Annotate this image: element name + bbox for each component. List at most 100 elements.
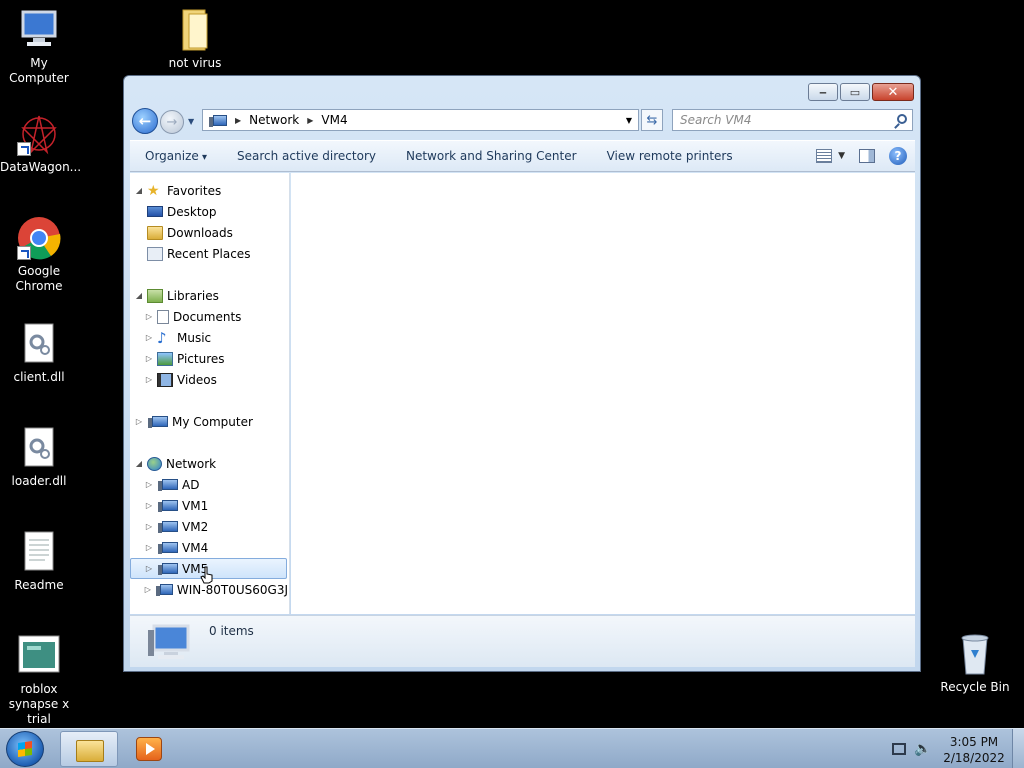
taskbar-explorer-button[interactable] bbox=[60, 731, 118, 767]
hand-cursor-icon bbox=[200, 566, 214, 584]
star-icon: ★ bbox=[147, 182, 160, 199]
desktop-icon-label: client.dll bbox=[13, 370, 65, 384]
view-remote-printers-button[interactable]: View remote printers bbox=[592, 149, 748, 163]
desktop-icon-datawagon[interactable]: DataWagon... bbox=[0, 112, 82, 175]
collapse-arrow-icon[interactable]: ◢ bbox=[133, 291, 145, 300]
expand-arrow-icon[interactable]: ▷ bbox=[133, 417, 145, 426]
dll-file-icon bbox=[17, 426, 61, 470]
expand-arrow-icon[interactable]: ▷ bbox=[143, 522, 155, 531]
search-active-directory-button[interactable]: Search active directory bbox=[222, 149, 391, 163]
network-location-icon bbox=[209, 114, 227, 127]
address-dropdown-icon[interactable]: ▼ bbox=[626, 116, 632, 125]
desktop-icon-loader-dll[interactable]: loader.dll bbox=[0, 426, 78, 489]
recycle-bin-icon bbox=[953, 632, 997, 676]
network-globe-icon bbox=[147, 456, 162, 471]
volume-icon[interactable]: 🔈 bbox=[914, 741, 931, 757]
view-options-dropdown-icon[interactable]: ▼ bbox=[838, 151, 845, 161]
desktop-icon-readme[interactable]: Readme bbox=[0, 530, 78, 593]
desktop-icon-not-virus[interactable]: not virus bbox=[156, 8, 234, 71]
minimize-button[interactable]: ‒ bbox=[808, 83, 838, 101]
tree-item-ad[interactable]: ▷ AD bbox=[133, 474, 288, 495]
datawagon-shortcut-icon bbox=[17, 112, 61, 156]
arrow-right-icon: → bbox=[166, 114, 178, 130]
breadcrumb-vm4[interactable]: VM4 bbox=[321, 113, 347, 127]
search-icon[interactable] bbox=[897, 114, 907, 124]
expand-arrow-icon[interactable]: ▷ bbox=[143, 585, 153, 594]
close-button[interactable]: ✕ bbox=[872, 83, 914, 101]
desktop-icon-label: loader.dll bbox=[11, 474, 67, 488]
pictures-icon bbox=[157, 351, 173, 366]
network-sharing-center-button[interactable]: Network and Sharing Center bbox=[391, 149, 592, 163]
refresh-button[interactable]: ⇆ bbox=[641, 109, 663, 131]
tree-favorites[interactable]: ◢ ★ Favorites bbox=[133, 180, 288, 201]
tree-item-videos[interactable]: ▷ Videos bbox=[133, 369, 288, 390]
start-button[interactable] bbox=[6, 731, 44, 767]
tree-label: VM4 bbox=[182, 540, 209, 555]
collapse-arrow-icon[interactable]: ◢ bbox=[133, 459, 145, 468]
text-file-icon bbox=[17, 530, 61, 574]
file-list-area[interactable] bbox=[291, 173, 915, 614]
expand-arrow-icon[interactable]: ▷ bbox=[143, 543, 155, 552]
address-bar[interactable]: ▶ Network ▶ VM4 ▼ bbox=[202, 109, 639, 131]
tree-item-vm4[interactable]: ▷ VM4 bbox=[133, 537, 288, 558]
search-input[interactable]: Search VM4 bbox=[672, 109, 913, 131]
expand-arrow-icon[interactable]: ▷ bbox=[143, 501, 155, 510]
desktop-icon-client-dll[interactable]: client.dll bbox=[0, 322, 78, 385]
help-icon[interactable]: ? bbox=[889, 147, 907, 165]
recent-pages-dropdown[interactable]: ▼ bbox=[188, 117, 194, 126]
preview-pane-icon[interactable] bbox=[859, 149, 875, 163]
back-button[interactable]: ← bbox=[132, 108, 158, 134]
clock[interactable]: 3:05 PM 2/18/2022 bbox=[940, 734, 1008, 766]
tree-label: My Computer bbox=[172, 414, 253, 429]
chevron-down-icon: ▼ bbox=[188, 117, 195, 126]
caption-buttons: ‒ ▭ ✕ bbox=[808, 83, 914, 101]
item-count: 0 items bbox=[209, 624, 254, 638]
expand-arrow-icon[interactable]: ▷ bbox=[143, 333, 155, 342]
show-desktop-button[interactable] bbox=[1012, 729, 1024, 768]
tree-item-vm1[interactable]: ▷ VM1 bbox=[133, 495, 288, 516]
tree-label: VM2 bbox=[182, 519, 209, 534]
breadcrumb-separator-icon[interactable]: ▶ bbox=[307, 116, 313, 125]
desktop-icon-roblox-synapse[interactable]: roblox synapse x trial bbox=[0, 634, 78, 727]
desktop-icon-label: Readme bbox=[14, 578, 64, 592]
libraries-icon bbox=[147, 288, 163, 303]
tree-label: Desktop bbox=[167, 204, 217, 219]
arrow-left-icon: ← bbox=[138, 112, 152, 130]
documents-icon bbox=[157, 309, 169, 324]
change-view-icon[interactable] bbox=[816, 149, 833, 163]
expand-arrow-icon[interactable]: ▷ bbox=[143, 354, 155, 363]
expand-arrow-icon[interactable]: ▷ bbox=[143, 375, 155, 384]
expand-arrow-icon[interactable]: ▷ bbox=[143, 312, 155, 321]
desktop-icon-recycle-bin[interactable]: Recycle Bin bbox=[936, 632, 1014, 695]
tree-item-recent-places[interactable]: Recent Places bbox=[133, 243, 288, 264]
tree-item-vm2[interactable]: ▷ VM2 bbox=[133, 516, 288, 537]
tree-label: Music bbox=[177, 330, 212, 345]
breadcrumb-separator-icon[interactable]: ▶ bbox=[235, 116, 241, 125]
maximize-button[interactable]: ▭ bbox=[840, 83, 870, 101]
tree-item-music[interactable]: ▷ ♪ Music bbox=[133, 327, 288, 348]
tree-label: Videos bbox=[177, 372, 217, 387]
desktop-icon-my-computer[interactable]: My Computer bbox=[0, 8, 78, 86]
network-computer-icon bbox=[158, 542, 178, 554]
desktop-icon-label: not virus bbox=[168, 56, 222, 70]
minimize-icon: ‒ bbox=[819, 85, 827, 99]
tree-item-downloads[interactable]: Downloads bbox=[133, 222, 288, 243]
collapse-arrow-icon[interactable]: ◢ bbox=[133, 186, 145, 195]
videos-icon bbox=[157, 372, 173, 387]
desktop-icon-google-chrome[interactable]: Google Chrome bbox=[0, 216, 78, 294]
tree-my-computer[interactable]: ▷ My Computer bbox=[133, 411, 288, 432]
tree-item-desktop[interactable]: Desktop bbox=[133, 201, 288, 222]
organize-menu[interactable]: Organize bbox=[130, 149, 222, 163]
tree-item-pictures[interactable]: ▷ Pictures bbox=[133, 348, 288, 369]
breadcrumb-network[interactable]: Network bbox=[249, 113, 299, 127]
forward-button[interactable]: → bbox=[160, 110, 184, 134]
desktop-icon-label: DataWagon... bbox=[0, 160, 82, 174]
expand-arrow-icon[interactable]: ▷ bbox=[143, 480, 155, 489]
tree-libraries[interactable]: ◢ Libraries bbox=[133, 285, 288, 306]
network-tray-icon[interactable] bbox=[892, 743, 906, 755]
tree-network[interactable]: ◢ Network bbox=[133, 453, 288, 474]
expand-arrow-icon[interactable]: ▷ bbox=[143, 564, 155, 573]
taskbar-media-player-button[interactable] bbox=[136, 737, 162, 761]
tree-item-documents[interactable]: ▷ Documents bbox=[133, 306, 288, 327]
view-controls: ▼ ? bbox=[816, 147, 907, 165]
